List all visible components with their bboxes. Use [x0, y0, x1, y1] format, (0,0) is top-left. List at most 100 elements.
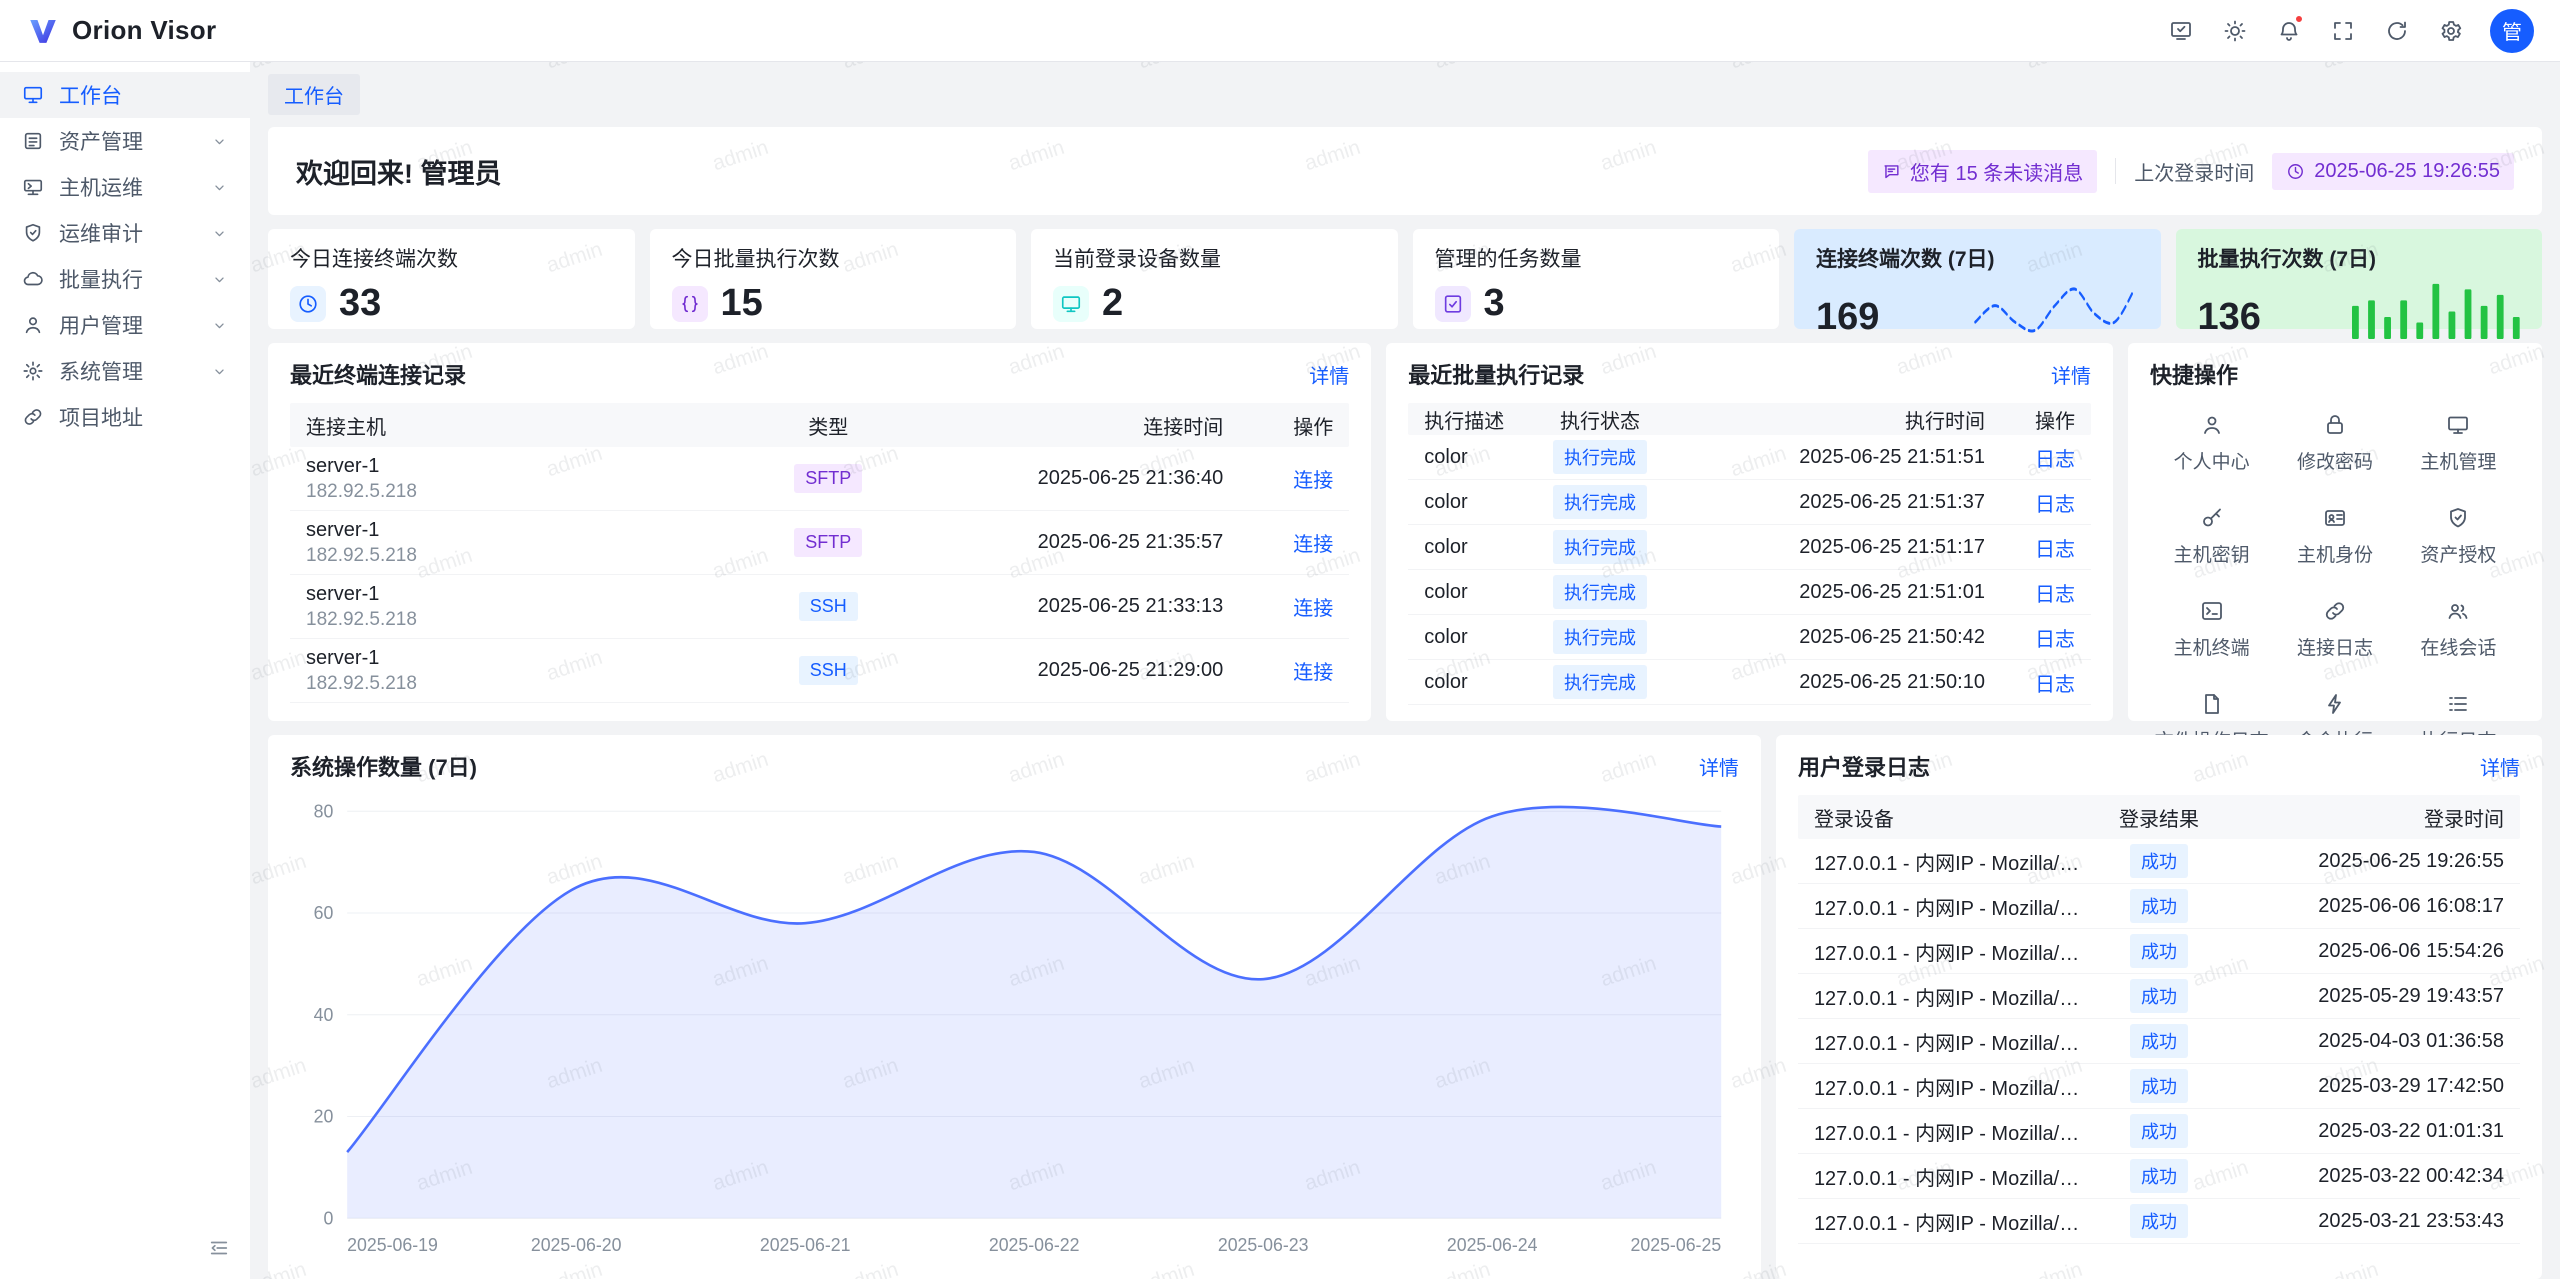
sidebar-item[interactable]: 主机运维 [0, 164, 250, 210]
quick-action[interactable]: 个人中心 [2150, 413, 2273, 474]
table-header: 登录设备 登录结果 登录时间 [1798, 795, 2520, 839]
watermark-text: admin [1432, 62, 1494, 74]
host-ip: 182.92.5.218 [306, 673, 753, 695]
breadcrumb[interactable]: 工作台 [268, 74, 360, 115]
quick-action[interactable]: 修改密码 [2273, 413, 2396, 474]
sidebar-item-label: 用户管理 [59, 310, 143, 340]
table-row: color 执行完成 2025-06-25 21:50:10 日志 [1408, 660, 2091, 705]
topbar-icon [2385, 19, 2409, 43]
connect-time: 2025-06-25 21:36:40 [903, 467, 1223, 490]
exec-desc: color [1424, 491, 1515, 514]
stat-icon [1053, 286, 1089, 322]
connect-time: 2025-06-25 21:29:00 [903, 659, 1223, 682]
connect-link[interactable]: 连接 [1293, 656, 1333, 685]
topbar-icon-button[interactable] [2214, 10, 2256, 52]
connect-link[interactable]: 连接 [1293, 592, 1333, 621]
log-link[interactable]: 日志 [2035, 488, 2075, 517]
quick-action[interactable]: 主机密钥 [2150, 506, 2273, 567]
quick-action-icon [2323, 506, 2347, 530]
host-ip: 182.92.5.218 [306, 481, 753, 503]
quick-action-label: 个人中心 [2174, 447, 2250, 474]
sidebar-item[interactable]: 批量执行 [0, 256, 250, 302]
column-status: 执行状态 [1515, 405, 1685, 434]
status-badge: 执行完成 [1553, 665, 1647, 699]
login-log-panel: 用户登录日志 详情 登录设备 登录结果 登录时间 127.0.0.1 - 内网I… [1776, 735, 2542, 1279]
topbar-icon-button[interactable] [2376, 10, 2418, 52]
stat-value: 33 [339, 282, 381, 325]
sidebar-item[interactable]: 工作台 [0, 72, 250, 118]
column-time: 登录时间 [2234, 803, 2504, 832]
stat-value: 2 [1102, 282, 1123, 325]
quick-action-icon [2323, 599, 2347, 623]
quick-action[interactable]: 主机身份 [2273, 506, 2396, 567]
table-header: 执行描述 执行状态 执行时间 操作 [1408, 403, 2091, 435]
quick-action[interactable]: 连接日志 [2273, 599, 2396, 660]
log-link[interactable]: 日志 [2035, 668, 2075, 697]
column-type: 类型 [753, 411, 903, 440]
topbar-icon [2331, 19, 2355, 43]
status-badge: 执行完成 [1553, 575, 1647, 609]
exec-desc: color [1424, 671, 1515, 694]
topbar-icon-button[interactable] [2322, 10, 2364, 52]
last-login-time: 2025-06-25 19:26:55 [2314, 160, 2500, 183]
panel-title: 最近批量执行记录 [1408, 358, 1584, 390]
quick-action[interactable]: 资产授权 [2397, 506, 2520, 567]
middle-row: 最近终端连接记录 详情 连接主机 类型 连接时间 操作 server-1 182… [268, 343, 2542, 721]
batch-records-detail-link[interactable]: 详情 [2051, 360, 2091, 389]
log-link[interactable]: 日志 [2035, 533, 2075, 562]
ops-chart-panel: 系统操作数量 (7日) 详情 0204060802025-06-192025-0… [268, 735, 1761, 1279]
quick-action-icon [2446, 692, 2470, 716]
sidebar-item[interactable]: 项目地址 [0, 394, 250, 440]
quick-action-icon [2446, 413, 2470, 437]
column-desc: 执行描述 [1424, 405, 1515, 434]
stat-label: 今日批量执行次数 [672, 243, 995, 273]
table-row: color 执行完成 2025-06-25 21:51:51 日志 [1408, 435, 2091, 480]
sidebar-collapse-button[interactable] [202, 1231, 236, 1265]
panel-title: 系统操作数量 (7日) [290, 750, 477, 782]
status-badge: 执行完成 [1553, 485, 1647, 519]
log-link[interactable]: 日志 [2035, 443, 2075, 472]
stat-spark-card: 批量执行次数 (7日) 136 [2176, 229, 2543, 329]
quick-action[interactable]: 主机管理 [2397, 413, 2520, 474]
result-badge: 成功 [2130, 1159, 2188, 1193]
sidebar-item[interactable]: 运维审计 [0, 210, 250, 256]
topbar-icon-button[interactable] [2160, 10, 2202, 52]
column-time: 执行时间 [1685, 405, 1985, 434]
page-title: 欢迎回来! 管理员 [296, 152, 502, 191]
avatar[interactable]: 管 [2490, 9, 2534, 53]
welcome-banner: 欢迎回来! 管理员 您有 15 条未读消息 上次登录时间 2025-06-25 … [268, 127, 2542, 215]
stat-card: 今日批量执行次数 15 [650, 229, 1017, 329]
quick-action-icon [2323, 413, 2347, 437]
log-link[interactable]: 日志 [2035, 623, 2075, 652]
sidebar-item[interactable]: 用户管理 [0, 302, 250, 348]
sidebar-item[interactable]: 资产管理 [0, 118, 250, 164]
sidebar-item-label: 主机运维 [59, 172, 143, 202]
connect-link[interactable]: 连接 [1293, 464, 1333, 493]
quick-action-label: 主机密钥 [2174, 540, 2250, 567]
quick-action-icon [2200, 692, 2224, 716]
quick-action[interactable]: 在线会话 [2397, 599, 2520, 660]
chevron-down-icon [211, 317, 228, 334]
sidebar-item[interactable]: 系统管理 [0, 348, 250, 394]
quick-action[interactable]: 主机终端 [2150, 599, 2273, 660]
login-log-detail-link[interactable]: 详情 [2480, 752, 2520, 781]
quick-action-icon [2446, 599, 2470, 623]
host-name: server-1 [306, 583, 753, 606]
terminal-records-detail-link[interactable]: 详情 [1309, 360, 1349, 389]
log-link[interactable]: 日志 [2035, 578, 2075, 607]
topbar-icon-button[interactable] [2268, 10, 2310, 52]
table-row: server-1 182.92.5.218 SSH 2025-06-25 21:… [290, 639, 1349, 703]
table-row: server-1 182.92.5.218 SSH 2025-06-25 21:… [290, 575, 1349, 639]
watermark-text: admin [1136, 62, 1198, 74]
stats-row: 今日连接终端次数 33 今日批量执行次数 15 当前登录设备数量 [268, 229, 2542, 329]
topbar-icon-button[interactable] [2430, 10, 2472, 52]
quick-action-label: 资产授权 [2420, 540, 2496, 567]
watermark-text: admin [840, 62, 902, 74]
unread-messages-badge[interactable]: 您有 15 条未读消息 [1868, 150, 2097, 193]
sparkline-chart [1971, 277, 2139, 339]
column-action: 操作 [1223, 411, 1333, 440]
stat-card: 今日连接终端次数 33 [268, 229, 635, 329]
connect-link[interactable]: 连接 [1293, 528, 1333, 557]
ops-chart-detail-link[interactable]: 详情 [1699, 752, 1739, 781]
login-device: 127.0.0.1 - 内网IP - Mozilla/5.0 (Windows … [1814, 1072, 2084, 1101]
